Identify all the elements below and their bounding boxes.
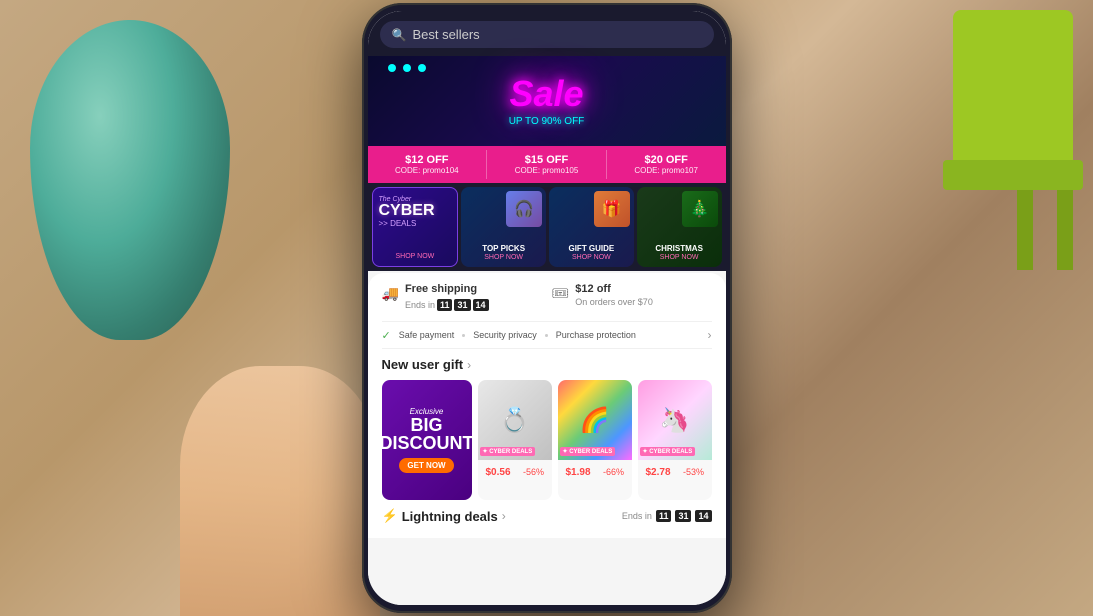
colorful-emoji: 🌈 [580,406,610,435]
promo-code-2: CODE: promo105 [493,166,600,175]
lightning-left: ⚡ Lightning deals › [382,508,506,524]
promo-code-3: CODE: promo107 [613,166,720,175]
promo-item-2[interactable]: $15 OFF CODE: promo105 [487,150,607,179]
gift-guide-label: GIFT GUIDE [568,244,614,254]
unicorn-image: 🦄 ✦ CYBER DEALS [638,380,712,460]
colorful-cyber-badge: ✦ CYBER DEALS [560,447,616,456]
promo-code-1: CODE: promo104 [374,166,481,175]
discount-title: $12 off [575,283,653,295]
timer-secs: 14 [473,299,489,311]
promo-bar: $12 OFF CODE: promo104 $15 OFF CODE: pro… [368,146,726,183]
unicorn-emoji: 🦄 [660,406,690,435]
ring-cyber-badge: ✦ CYBER DEALS [480,447,536,456]
gift-guide-shop-now: SHOP NOW [572,254,611,261]
christmas-img: 🎄 [682,191,718,227]
trust-dot-2 [545,334,548,337]
promo-amount-1: $12 OFF [374,154,481,166]
promo-item-1[interactable]: $12 OFF CODE: promo104 [368,150,488,179]
unicorn-discount: -53% [679,467,704,477]
discount-icon: 🎟 [552,285,570,302]
app-screen: 🔍 Best sellers Sale UP TO 90% OFF $12 OF [368,11,726,605]
category-christmas[interactable]: 🎄 CHRISTMAS SHOP NOW [637,187,722,267]
shipping-icon: 🚚 [382,285,399,302]
category-gift-guide[interactable]: 🎁 GIFT GUIDE SHOP NOW [549,187,634,267]
promo-item-3[interactable]: $20 OFF CODE: promo107 [607,150,726,179]
top-picks-label: TOP PICKS [482,244,525,254]
trust-row: ✓ Safe payment Security privacy Purchase… [382,321,712,349]
ring-price: $0.56 [482,465,515,480]
cyber-deals-shop-now: SHOP NOW [395,253,434,260]
lightning-timer: Ends in 11 31 14 [622,510,712,522]
vase-decoration [0,0,280,400]
new-user-gift-arrow: › [467,358,471,372]
ring-image: 💍 ✦ CYBER DEALS [478,380,552,460]
lightning-deals-row[interactable]: ⚡ Lightning deals › Ends in 11 31 14 [382,500,712,528]
product-colorful[interactable]: 🌈 ✦ CYBER DEALS $1.98 -66% [558,380,632,500]
lightning-timer-h: 11 [656,510,672,522]
category-top-picks[interactable]: 🎧 TOP PICKS SHOP NOW [461,187,546,267]
lightning-timer-m: 31 [675,510,691,522]
lightning-timer-s: 14 [695,510,711,522]
new-user-gift-header[interactable]: New user gift › [382,357,712,372]
search-icon: 🔍 [392,28,407,42]
top-picks-img: 🎧 [506,191,542,227]
search-placeholder: Best sellers [412,27,479,42]
product-big-discount[interactable]: Exclusive BIG DISCOUNT GET NOW [382,380,472,500]
chair-decoration [873,0,1093,400]
lightning-title: Lightning deals [402,509,498,524]
sale-subtext: UP TO 90% OFF [509,116,585,127]
colorful-price: $1.98 [562,465,595,480]
hand [180,366,380,616]
offer-row: 🚚 Free shipping Ends in 11 31 14 [382,283,712,313]
christmas-shop-now: SHOP NOW [660,254,699,261]
ends-in-label: Ends in [405,300,435,310]
phone: 🔍 Best sellers Sale UP TO 90% OFF $12 OF [362,3,732,613]
colorful-discount: -66% [599,467,624,477]
search-bar[interactable]: 🔍 Best sellers [368,11,726,56]
sale-banner: Sale UP TO 90% OFF [368,56,726,146]
product-ring[interactable]: 💍 ✦ CYBER DEALS $0.56 -56% [478,380,552,500]
category-grid: The Cyber CYBER >> DEALS SHOP NOW 🎧 TOP … [368,183,726,271]
lightning-ends-label: Ends in [622,511,652,521]
christmas-label: CHRISTMAS [655,244,703,254]
sale-text: Sale [509,76,585,112]
free-shipping-offer[interactable]: 🚚 Free shipping Ends in 11 31 14 [382,283,542,313]
trust-safe-payment: Safe payment [399,330,455,340]
unicorn-cyber-badge: ✦ CYBER DEALS [640,447,696,456]
search-input[interactable]: 🔍 Best sellers [380,21,714,48]
ring-discount: -56% [519,467,544,477]
trust-dot-1 [462,334,465,337]
timer-mins: 31 [454,299,470,311]
category-cyber-deals[interactable]: The Cyber CYBER >> DEALS SHOP NOW [372,187,459,267]
lightning-arrow-icon: › [502,509,506,523]
trust-security-privacy: Security privacy [473,330,537,340]
top-picks-shop-now: SHOP NOW [484,254,523,261]
colorful-image: 🌈 ✦ CYBER DEALS [558,380,632,460]
shipping-timer: Ends in 11 31 14 [405,299,489,311]
trust-arrow-icon[interactable]: › [708,328,712,342]
timer-hours: 11 [437,299,453,311]
gift-guide-img: 🎁 [594,191,630,227]
discount-offer[interactable]: 🎟 $12 off On orders over $70 [552,283,712,313]
cyber-dots [388,64,396,72]
free-shipping-title: Free shipping [405,283,489,295]
discount-sub: On orders over $70 [575,297,653,307]
new-user-gift-title: New user gift [382,357,464,372]
shield-icon: ✓ [382,329,391,342]
trust-purchase-protection: Purchase protection [556,330,636,340]
product-row: Exclusive BIG DISCOUNT GET NOW 💍 ✦ CYBER… [382,380,712,500]
product-unicorn[interactable]: 🦄 ✦ CYBER DEALS $2.78 -53% [638,380,712,500]
ring-emoji: 💍 [500,406,530,435]
promo-amount-2: $15 OFF [493,154,600,166]
lightning-icon: ⚡ [382,508,398,524]
get-now-button[interactable]: GET NOW [399,458,453,473]
white-section: 🚚 Free shipping Ends in 11 31 14 [368,273,726,538]
unicorn-price: $2.78 [642,465,675,480]
big-discount-label: BIG DISCOUNT [380,416,474,452]
promo-amount-3: $20 OFF [613,154,720,166]
